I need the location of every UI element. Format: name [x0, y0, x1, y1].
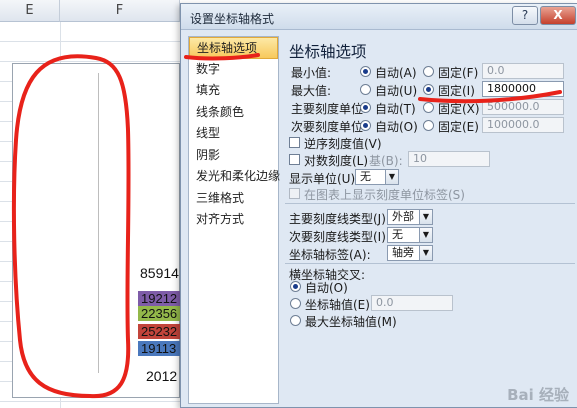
major-unit-fixed-radio[interactable]: [423, 102, 434, 113]
bar-segment[interactable]: 19212: [138, 291, 180, 306]
bar-segment-label: 19212: [141, 291, 178, 306]
dialog-titlebar[interactable]: 设置坐标轴格式 ? X: [181, 4, 577, 30]
minor-unit-auto-label: 自动(O): [375, 120, 418, 134]
minor-unit-label: 次要刻度单位:: [291, 120, 368, 134]
bar-total-label: 85914: [140, 265, 179, 281]
major-tick-select[interactable]: 外部 ▼: [387, 209, 433, 225]
minor-unit-field[interactable]: 100000.0: [482, 117, 564, 133]
nav-item-glow-soft-edges[interactable]: 发光和柔化边缘: [189, 166, 280, 188]
bar-segment[interactable]: 22356: [138, 306, 180, 321]
major-unit-field[interactable]: 500000.0: [482, 99, 564, 115]
cross-value-label: 坐标轴值(E):: [305, 298, 374, 312]
column-header-f[interactable]: F: [60, 0, 180, 22]
nav-item-number[interactable]: 数字: [189, 59, 278, 81]
major-tick-label: 主要刻度线类型(J):: [289, 212, 390, 226]
nav-item-alignment[interactable]: 对齐方式: [189, 209, 278, 231]
section-divider: [285, 263, 575, 264]
display-unit-label: 显示单位(U):: [289, 172, 360, 186]
cross-auto-label: 自动(O): [305, 281, 348, 295]
minor-unit-fixed-radio[interactable]: [423, 120, 434, 131]
reverse-order-checkbox[interactable]: [289, 137, 300, 148]
log-base-label: 基(B):: [369, 154, 403, 168]
help-button[interactable]: ?: [512, 6, 538, 25]
axis-options-panel: 坐标轴选项 最小值: 自动(A) 固定(F) 0.0 最大值: 自动(U) 固定…: [285, 36, 575, 404]
category-nav: 坐标轴选项 数字 填充 线条颜色 线型 阴影 发光和柔化边缘 三维格式 对齐方式: [188, 36, 280, 404]
log-scale-label: 对数刻度(L): [304, 154, 369, 168]
minor-tick-select[interactable]: 无 ▼: [387, 227, 433, 243]
nav-item-line-color[interactable]: 线条颜色: [189, 102, 278, 124]
bar-segment[interactable]: 19113: [138, 341, 180, 356]
major-unit-auto-label: 自动(T): [375, 102, 416, 116]
nav-item-line-style[interactable]: 线型: [189, 123, 278, 145]
minor-tick-label: 次要刻度线类型(I):: [289, 230, 390, 244]
chevron-down-icon: ▼: [385, 170, 398, 184]
log-scale-checkbox[interactable]: [289, 154, 300, 165]
min-label: 最小值:: [291, 66, 332, 80]
max-fixed-label: 固定(I): [438, 84, 475, 98]
display-unit-value: 无: [360, 170, 371, 183]
nav-item-axis-options[interactable]: 坐标轴选项: [189, 37, 278, 59]
cross-max-label: 最大坐标轴值(M): [305, 315, 397, 329]
max-fixed-radio[interactable]: [423, 84, 434, 95]
show-unit-label-checkbox[interactable]: [289, 188, 300, 199]
reverse-order-label: 逆序刻度值(V): [304, 137, 382, 151]
axis-labels-label: 坐标轴标签(A):: [289, 248, 371, 262]
nav-item-3d-format[interactable]: 三维格式: [189, 188, 278, 210]
category-label: 2012: [146, 368, 178, 384]
bar-segment-label: 22356: [141, 306, 178, 321]
minor-unit-auto-radio[interactable]: [360, 120, 371, 131]
min-fixed-radio[interactable]: [423, 66, 434, 77]
section-title: 坐标轴选项: [289, 43, 367, 61]
cross-auto-radio[interactable]: [290, 281, 301, 292]
bar-segment-label: 19113: [141, 341, 177, 356]
cross-value-radio[interactable]: [290, 298, 301, 309]
axis-labels-value: 轴旁: [392, 246, 414, 259]
major-unit-label: 主要刻度单位:: [291, 102, 368, 116]
watermark-logo: Bai 经验: [507, 386, 569, 404]
format-axis-dialog: 设置坐标轴格式 ? X 坐标轴选项 数字 填充 线条颜色 线型 阴影 发光和柔化…: [180, 3, 577, 408]
bar-segment-label: 25232: [141, 324, 178, 339]
chevron-down-icon: ▼: [419, 246, 432, 260]
log-base-field[interactable]: 10: [408, 151, 490, 167]
max-value-field[interactable]: 1800000: [482, 81, 564, 97]
chevron-down-icon: ▼: [419, 210, 432, 224]
value-axis-line[interactable]: [98, 73, 99, 373]
screenshot-stage: E F 3500000 3000000 2500000 2000000 1500…: [0, 0, 577, 408]
section-divider: [285, 203, 575, 204]
nav-item-fill[interactable]: 填充: [189, 80, 278, 102]
bar-segment[interactable]: 25232: [138, 324, 180, 339]
close-button[interactable]: X: [540, 6, 576, 25]
minor-unit-fixed-label: 固定(E): [438, 120, 479, 134]
nav-item-shadow[interactable]: 阴影: [189, 145, 278, 167]
display-unit-select[interactable]: 无 ▼: [355, 169, 399, 185]
major-tick-value: 外部: [392, 210, 414, 223]
axis-labels-select[interactable]: 轴旁 ▼: [387, 245, 433, 261]
max-auto-radio[interactable]: [360, 84, 371, 95]
min-auto-label: 自动(A): [375, 66, 417, 80]
show-unit-label-text: 在图表上显示刻度单位标签(S): [304, 188, 465, 202]
major-unit-fixed-label: 固定(X): [438, 102, 480, 116]
min-fixed-label: 固定(F): [438, 66, 479, 80]
cross-value-field[interactable]: 0.0: [371, 295, 453, 311]
column-header-e[interactable]: E: [0, 0, 60, 22]
cross-max-radio[interactable]: [290, 315, 301, 326]
min-value-field[interactable]: 0.0: [482, 63, 564, 79]
minor-tick-value: 无: [392, 228, 403, 241]
min-auto-radio[interactable]: [360, 66, 371, 77]
dialog-title: 设置坐标轴格式: [190, 12, 275, 26]
chevron-down-icon: ▼: [419, 228, 432, 242]
max-auto-label: 自动(U): [375, 84, 418, 98]
max-label: 最大值:: [291, 84, 332, 98]
major-unit-auto-radio[interactable]: [360, 102, 371, 113]
